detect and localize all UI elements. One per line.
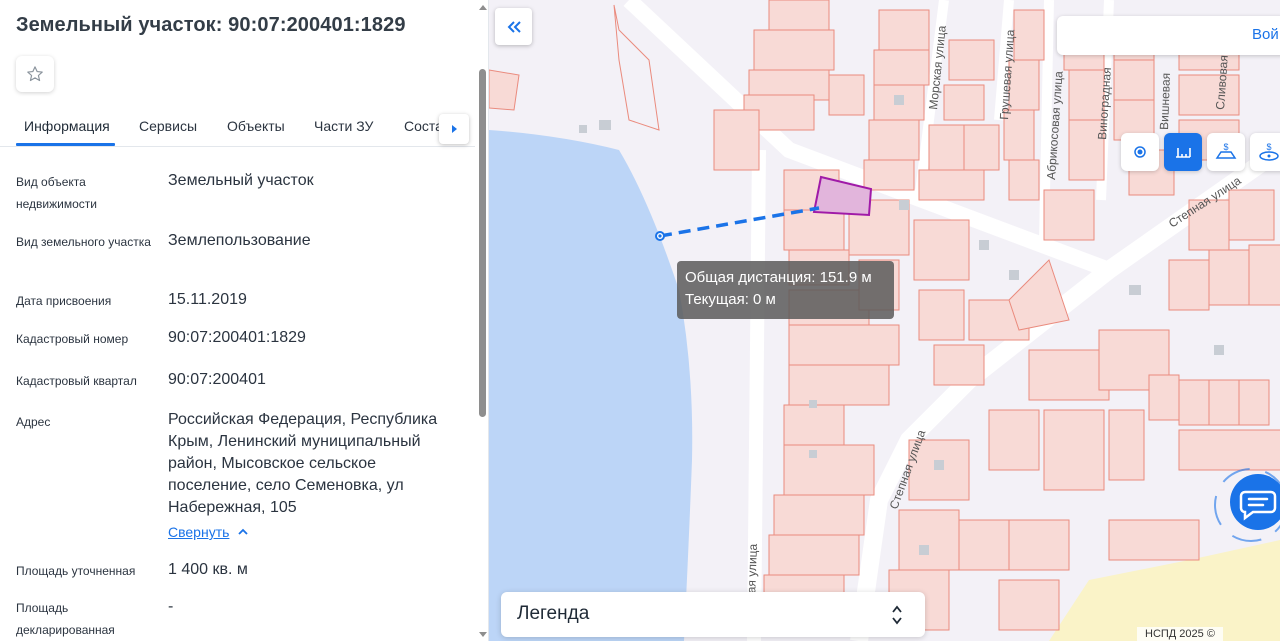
measure-current-distance: Текущая: 0 м xyxy=(685,291,776,308)
copyright: НСПД 2025 © xyxy=(1137,627,1223,641)
field-value-cadastral-quarter: 90:07:200401 xyxy=(168,371,266,388)
expand-collapse-icon xyxy=(892,605,902,625)
tab-info[interactable]: Информация xyxy=(24,118,110,134)
distance-measure-tool[interactable] xyxy=(1164,133,1202,171)
field-value-land-type: Землепользование xyxy=(168,232,311,249)
tab-services[interactable]: Сервисы xyxy=(139,118,197,134)
field-label-area-refined: Площадь уточненная xyxy=(16,564,136,578)
measure-start-dot xyxy=(658,234,662,238)
tab-parts[interactable]: Части ЗУ xyxy=(314,118,373,134)
circle-measure-tool[interactable]: $ xyxy=(1250,133,1280,171)
svg-text:$: $ xyxy=(1266,142,1271,152)
field-value-assign-date: 15.11.2019 xyxy=(168,291,247,308)
field-label-area-declared: Площадь декларированная xyxy=(16,601,115,637)
point-measure-tool[interactable] xyxy=(1121,133,1159,171)
favorite-button[interactable] xyxy=(16,56,54,92)
page-title: Земельный участок: 90:07:200401:1829 xyxy=(16,14,406,36)
cadastral-map: Морская улица Грушевая улица Абрикосовая… xyxy=(489,0,1280,641)
legend-dropdown[interactable]: Легенда xyxy=(501,592,925,637)
water-body xyxy=(489,130,693,641)
caret-right-icon xyxy=(452,125,457,133)
scrollbar-thumb[interactable] xyxy=(479,69,486,417)
field-value-address: Российская Федерация, Республика Крым, Л… xyxy=(168,411,438,516)
area-measure-tool[interactable]: $ xyxy=(1207,133,1245,171)
ruler-icon xyxy=(1176,148,1191,158)
map-canvas[interactable]: Морская улица Грушевая улица Абрикосовая… xyxy=(489,0,1280,641)
field-label-address: Адрес xyxy=(16,415,51,429)
tabs-scroll-right-button[interactable] xyxy=(439,114,469,144)
tab-objects[interactable]: Объекты xyxy=(227,118,285,134)
field-value-object-type: Земельный участок xyxy=(168,172,314,189)
chevron-up-icon xyxy=(238,528,249,535)
legend-label: Легенда xyxy=(517,603,590,624)
info-panel: Земельный участок: 90:07:200401:1829 Инф… xyxy=(0,0,489,641)
star-icon xyxy=(27,66,43,82)
field-value-cadastral-number: 90:07:200401:1829 xyxy=(168,329,306,346)
login-label: Вой xyxy=(1252,26,1279,43)
tab-composition[interactable]: Соста xyxy=(404,118,443,134)
collapse-panel-button[interactable] xyxy=(495,8,532,45)
double-chevron-left-icon xyxy=(507,20,521,33)
field-label-land-type: Вид земельного участка xyxy=(16,235,151,249)
scroll-down-icon[interactable] xyxy=(479,632,487,638)
field-value-area-refined: 1 400 кв. м xyxy=(168,561,248,578)
login-button[interactable]: Вой xyxy=(1057,16,1280,55)
active-tab-indicator xyxy=(16,143,115,146)
svg-text:$: $ xyxy=(1223,142,1228,152)
area-measure-icon: $ xyxy=(1215,142,1237,159)
field-value-area-declared: - xyxy=(168,598,174,615)
field-label-cadastral-number: Кадастровый номер xyxy=(16,332,129,346)
field-label-cadastral-quarter: Кадастровый квартал xyxy=(16,374,137,388)
collapse-address-link[interactable]: Свернуть xyxy=(168,524,249,540)
tab-bar: Информация Сервисы Объекты Части ЗУ Сост… xyxy=(0,106,475,147)
scroll-up-icon[interactable] xyxy=(479,4,487,10)
circle-area-icon: $ xyxy=(1259,142,1279,161)
chat-button[interactable] xyxy=(1213,467,1280,543)
collapse-label: Свернуть xyxy=(168,524,230,540)
measure-total-distance: Общая дистанция: 151.9 м xyxy=(685,269,872,286)
field-label-object-type: Вид объекта недвижимости xyxy=(16,175,97,211)
street-label-vishnevaya: Вишневая xyxy=(1157,73,1173,131)
field-label-assign-date: Дата присвоения xyxy=(16,294,112,308)
target-point-icon xyxy=(1134,146,1146,158)
measure-tooltip: Общая дистанция: 151.9 м Текущая: 0 м xyxy=(677,261,894,319)
